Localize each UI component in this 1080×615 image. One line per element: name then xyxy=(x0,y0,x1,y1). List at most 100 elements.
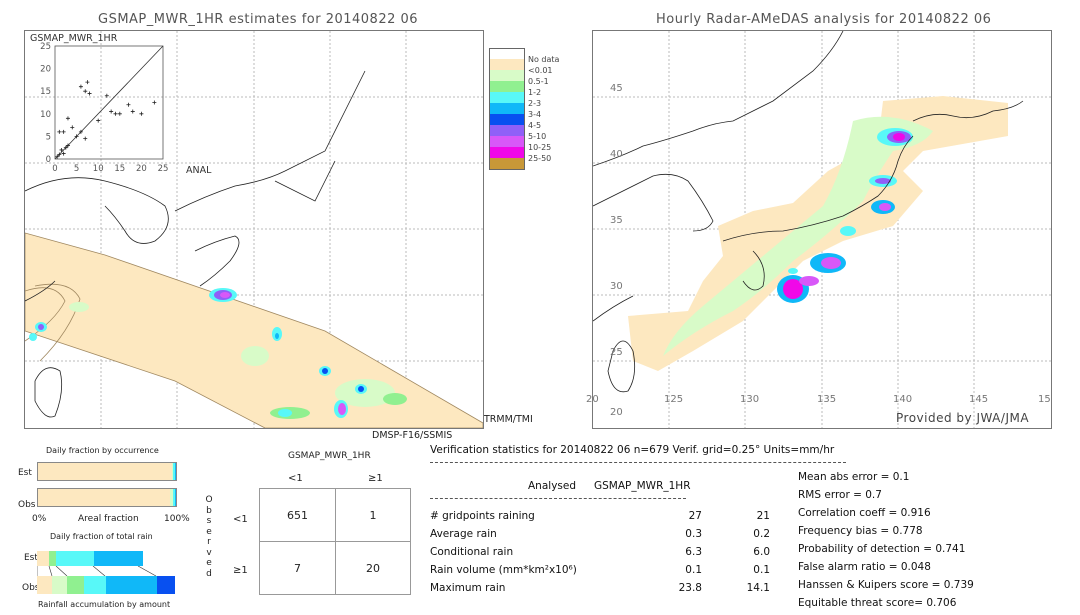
score-item: Correlation coeff = 0.916 xyxy=(798,507,931,519)
stats-row-label: Average rain xyxy=(430,528,497,540)
inset-scatter-point xyxy=(117,111,122,116)
inset-scatter-point xyxy=(109,109,114,114)
contingency-cell-miss: 7 xyxy=(294,561,301,575)
occurrence-est-bar xyxy=(37,462,177,481)
observed-letter: d xyxy=(206,568,212,579)
contingency-cell-hits-neg: 651 xyxy=(287,508,308,522)
inset-scatter-point xyxy=(96,118,101,123)
inset-scatter-point xyxy=(83,89,88,94)
legend-label: 4-5 xyxy=(528,121,542,130)
contingency-col-ge1: ≥1 xyxy=(368,473,383,484)
inset-scatter-point xyxy=(152,100,157,105)
stats-header: Verification statistics for 20140822 06 … xyxy=(430,444,835,456)
legend-label: 3-4 xyxy=(528,110,542,119)
inset-scatter: 00551010151520202525 xyxy=(40,42,168,174)
stats-row-analysed: 0.3 xyxy=(685,528,702,540)
legend-swatch xyxy=(489,136,525,147)
stats-row-analysed: 6.3 xyxy=(685,546,702,558)
stats-col-divider xyxy=(430,498,686,499)
legend-label: <0.01 xyxy=(528,66,553,75)
score-item: Probability of detection = 0.741 xyxy=(798,543,966,555)
legend-swatch xyxy=(489,92,525,103)
score-item: RMS error = 0.7 xyxy=(798,489,882,501)
occurrence-obs-label: Obs xyxy=(18,500,36,510)
occurrence-segment xyxy=(38,489,171,506)
stats-header-divider xyxy=(430,462,846,463)
stats-row: # gridpoints raining 27 21 xyxy=(430,510,770,528)
score-item: Hanssen & Kuipers score = 0.739 xyxy=(798,579,974,591)
stats-row-analysed: 23.8 xyxy=(678,582,702,594)
inset-xtick-label: 10 xyxy=(93,164,104,174)
swath-label-ssmis: DMSP-F16/SSMIS xyxy=(372,430,453,441)
occurrence-x-right: 100% xyxy=(164,514,190,524)
legend-swatch xyxy=(489,59,525,70)
total-rain-title: Daily fraction of total rain xyxy=(50,532,153,541)
contingency-title: GSMAP_MWR_1HR xyxy=(288,451,371,461)
rain-rate-legend: No data <0.01 0.5-1 1-2 2-3 3-4 4-5 5-10 10-25 25… xyxy=(489,48,609,173)
inset-scatter-point xyxy=(83,136,88,141)
inset-scatter-point xyxy=(130,109,135,114)
total-rain-est-segment xyxy=(93,551,144,566)
total-rain-obs-segment xyxy=(37,576,53,594)
stats-row: Conditional rain 6.3 6.0 xyxy=(430,546,770,564)
total-rain-est-segment xyxy=(49,551,57,566)
inset-ytick-label: 15 xyxy=(40,87,51,97)
stats-row-gsmap: 14.1 xyxy=(746,582,770,594)
legend-swatch xyxy=(489,114,525,125)
total-rain-obs-segment xyxy=(83,576,106,594)
inset-xtick-label: 25 xyxy=(158,164,169,174)
data-credit: Provided by JWA/JMA xyxy=(896,411,1030,425)
legend-label: 0.5-1 xyxy=(528,77,549,86)
total-rain-est-segment xyxy=(56,551,94,566)
observed-letter: r xyxy=(207,537,211,547)
left-map: 0 0 5 5 10 10 15 15 20 20 25 25 xyxy=(24,30,484,429)
legend-swatch xyxy=(489,125,525,136)
occurrence-segment xyxy=(38,463,172,480)
stats-row-label: Conditional rain xyxy=(430,546,514,558)
inset-xtick-label: 20 xyxy=(136,164,147,174)
stats-row: Maximum rain 23.8 14.1 xyxy=(430,582,770,600)
occurrence-x-mid: Areal fraction xyxy=(78,514,139,524)
stats-row-label: Rain volume (mm*km²x10⁶) xyxy=(430,564,577,576)
right-map-svg xyxy=(593,31,1051,428)
inset-scatter-point xyxy=(57,129,62,134)
inset-scatter-point xyxy=(139,111,144,116)
right-panel-title: Hourly Radar-AMeDAS analysis for 2014082… xyxy=(656,12,992,27)
stats-col-analysed: Analysed xyxy=(528,480,576,492)
inset-ylabel: GSMAP_MWR_1HR xyxy=(30,33,118,44)
satellite-swath xyxy=(25,232,483,428)
legend-label: 25-50 xyxy=(528,154,552,163)
observed-letter: e xyxy=(206,526,212,537)
legend-swatch xyxy=(489,81,525,92)
total-rain-footer: Rainfall accumulation by amount xyxy=(38,600,171,609)
inset-ytick-label: 10 xyxy=(40,110,51,120)
inset-xtick-label: 15 xyxy=(114,164,125,174)
legend-swatch xyxy=(489,147,525,158)
contingency-row-lt1: <1 xyxy=(233,514,248,525)
inset-xlabel: ANAL xyxy=(186,165,212,176)
score-item: False alarm ratio = 0.048 xyxy=(798,561,931,573)
inset-scatter-point xyxy=(61,151,66,156)
scores-list: Mean abs error = 0.1 RMS error = 0.7 Corre… xyxy=(798,471,974,615)
stats-row-label: Maximum rain xyxy=(430,582,506,594)
stats-row-analysed: 0.1 xyxy=(685,564,702,576)
legend-swatch xyxy=(489,70,525,81)
left-map-svg: 00551010151520202525 xyxy=(25,31,483,428)
legend-label: 5-10 xyxy=(528,132,547,141)
stats-table: # gridpoints raining 27 21 Average rain 0.3 0… xyxy=(430,510,770,600)
total-rain-est-label: Est xyxy=(24,553,38,563)
legend-label: No data xyxy=(528,55,560,64)
total-rain-obs-bar xyxy=(37,576,175,594)
observed-letter: v xyxy=(206,547,212,558)
total-rain-obs-segment xyxy=(105,576,158,594)
stats-row: Average rain 0.3 0.2 xyxy=(430,528,770,546)
contingency-cell-false-alarm: 1 xyxy=(369,508,377,522)
swath-label-tmi: TRMM/TMI xyxy=(484,414,533,425)
legend-label: 1-2 xyxy=(528,88,542,97)
stats-row-gsmap: 21 xyxy=(756,510,770,522)
inset-ytick-label: 0 xyxy=(46,155,51,165)
inset-scatter-point xyxy=(78,84,83,89)
inset-scatter-point xyxy=(85,80,90,85)
stats-row: Rain volume (mm*km²x10⁶) 0.1 0.1 xyxy=(430,564,770,582)
stats-row-label: # gridpoints raining xyxy=(430,510,535,522)
